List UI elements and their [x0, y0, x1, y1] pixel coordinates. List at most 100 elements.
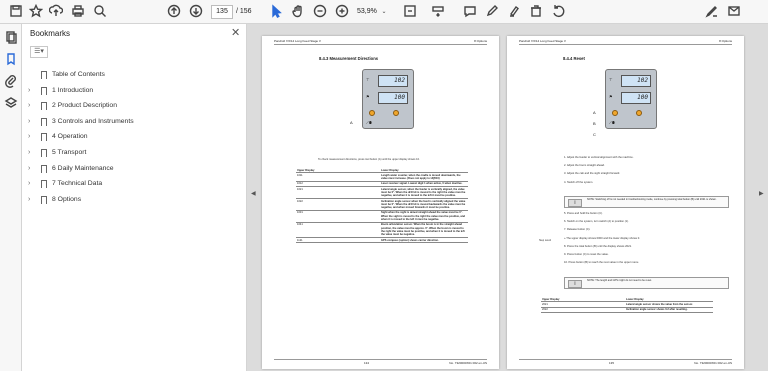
button-b [612, 110, 618, 116]
bookmark-label: 3 Controls and Instruments [52, 117, 134, 125]
document-page-right: Pandroll 7/2/14 Long Feed Stage V 8 Optio… [507, 36, 744, 369]
chevron-right-icon[interactable]: › [28, 115, 36, 129]
page-up-icon[interactable] [166, 4, 182, 20]
flag-icon: ⚑ [609, 94, 613, 99]
step-item: 4. Switch off the system. [564, 180, 594, 184]
chevron-down-icon[interactable]: ⌄ [380, 4, 388, 20]
fit-page-icon[interactable] [402, 4, 418, 20]
print-icon[interactable] [70, 4, 86, 20]
bookmark-item[interactable]: › 8 Options [28, 193, 238, 207]
step-item: 1. Adjust the feeder to vertical alignme… [564, 156, 634, 159]
section-title: 8.4.3 Measurement Directions [319, 56, 379, 61]
upload-icon[interactable] [48, 4, 64, 20]
bookmark-item[interactable]: › 4 Operation [28, 130, 238, 144]
comment-icon[interactable] [462, 4, 478, 20]
tool-icon: ⟋◉ [366, 120, 372, 125]
step-item: 2. Adjust the boom straight ahead. [564, 164, 605, 168]
save-icon[interactable] [8, 4, 24, 20]
left-rail [0, 24, 22, 371]
chevron-right-icon[interactable]: › [28, 193, 36, 207]
chevron-right-icon[interactable]: › [28, 146, 36, 160]
zoom-search-icon[interactable] [92, 4, 108, 20]
close-icon[interactable]: ✕ [231, 26, 240, 40]
bookmark-label: Table of Contents [52, 71, 105, 78]
callout-b: B [593, 121, 596, 126]
cursor-icon[interactable] [268, 4, 284, 20]
page-header: Pandroll 7/2/14 Long Feed Stage V 8 Optio… [519, 38, 732, 45]
scroll-mode-icon[interactable] [430, 4, 446, 20]
table-row: 1041 Boom articulation sensor. When the b… [296, 222, 468, 239]
chevron-right-icon[interactable]: › [28, 84, 36, 98]
bookmark-item[interactable]: › 2 Product Description [28, 99, 238, 113]
page-number: 135 [609, 361, 615, 365]
pen-icon[interactable] [484, 4, 500, 20]
tool-icon: ⟋◉ [609, 120, 615, 125]
bookmark-item[interactable]: › 1 Introduction [28, 84, 238, 98]
bookmark-icon [41, 86, 47, 95]
bookmark-icon [41, 71, 47, 79]
bookmark-star-icon[interactable] [28, 3, 44, 20]
control-panel-figure: 102 100 ⊤ ⚑ ⟋◉ [362, 69, 414, 129]
bookmark-label: 4 Operation [52, 133, 88, 141]
chevron-right-icon[interactable]: › [28, 162, 36, 176]
margin-note: Step result [539, 239, 551, 242]
note-text: NOTE: Switching off is not needed in tro… [587, 198, 717, 201]
button-c [636, 110, 642, 116]
table-cell: 1041 [296, 222, 380, 239]
bookmark-icon [41, 102, 47, 111]
page-header: Pandroll 7/2/14 Long Feed Stage V 8 Optio… [274, 38, 487, 45]
document-page-left: Pandroll 7/2/14 Long Feed Stage V 8 Optio… [262, 36, 499, 369]
layers-icon[interactable] [3, 96, 19, 112]
bookmark-icon [41, 195, 47, 204]
section-title: 8.4.4 Reset [563, 56, 585, 61]
zoom-out-icon[interactable] [312, 4, 328, 20]
page-down-icon[interactable] [188, 4, 204, 20]
page-number-input[interactable]: 135 [211, 5, 233, 19]
attachment-icon[interactable] [3, 74, 19, 90]
mode-icon: ⊤ [366, 77, 370, 82]
chevron-right-icon[interactable]: › [28, 99, 36, 113]
sign-icon[interactable] [704, 4, 720, 20]
stamp-icon[interactable] [528, 4, 544, 20]
flag-icon: ⚑ [366, 94, 370, 99]
bookmark-item[interactable]: › 6 Daily Maintenance [28, 162, 238, 176]
step-item: » The upper display shows 0000 and the l… [564, 236, 640, 240]
undo-icon[interactable] [550, 4, 566, 20]
bookmark-options-button[interactable]: ☰▾ [30, 46, 48, 58]
hand-icon[interactable] [290, 4, 306, 20]
step-item: 10. Press button (B) to reach the next v… [564, 261, 639, 265]
toolbar: 135 / 156 53,9% ⌄ [0, 0, 768, 24]
prev-page-arrow-icon[interactable]: ◀ [251, 190, 256, 197]
bookmark-item[interactable]: › 5 Transport [28, 146, 238, 160]
bookmark-label: 7 Technical Data [52, 180, 103, 188]
mode-icon: ⊤ [609, 77, 613, 82]
info-icon: i [568, 280, 582, 288]
zoom-in-icon[interactable] [334, 4, 350, 20]
table-row: 2022 Inclination angle sensor shows 0.2 a… [541, 307, 713, 313]
table-cell: Sight when the sight is aimed straight a… [380, 210, 468, 223]
highlight-icon[interactable] [506, 4, 522, 20]
table-cell: 1121 [296, 237, 380, 244]
table-cell: Inclination angle sensor when the feed i… [380, 198, 468, 211]
next-page-arrow-icon[interactable]: ▶ [759, 190, 764, 197]
header-left: Pandroll 7/2/14 Long Feed Stage V [274, 39, 321, 43]
header-right: 8 Options [719, 39, 732, 43]
chevron-right-icon[interactable]: › [28, 130, 36, 144]
callout-c: C [593, 132, 596, 137]
zoom-level[interactable]: 53,9% [357, 5, 377, 19]
mail-icon[interactable] [726, 4, 742, 20]
bookmark-label: 1 Introduction [52, 86, 94, 94]
bookmarks-icon[interactable] [3, 52, 19, 68]
bookmark-item[interactable]: › 3 Controls and Instruments [28, 115, 238, 129]
pages-icon[interactable] [3, 30, 19, 46]
bookmark-item[interactable]: › 7 Technical Data [28, 177, 238, 191]
step-item: 5. Press and hold the button (C). [564, 212, 603, 215]
table-cell: 1022 [296, 198, 380, 211]
chevron-right-icon[interactable]: › [28, 177, 36, 191]
lcd-bottom: 100 [378, 92, 408, 104]
bookmark-icon [41, 149, 47, 157]
table-cell: 2022 [541, 307, 625, 313]
bookmark-item[interactable]: Table of Contents [28, 68, 238, 82]
note-text: NOTE: The length and GPS might do not ne… [587, 279, 652, 282]
bookmark-label: 6 Daily Maintenance [52, 164, 114, 172]
